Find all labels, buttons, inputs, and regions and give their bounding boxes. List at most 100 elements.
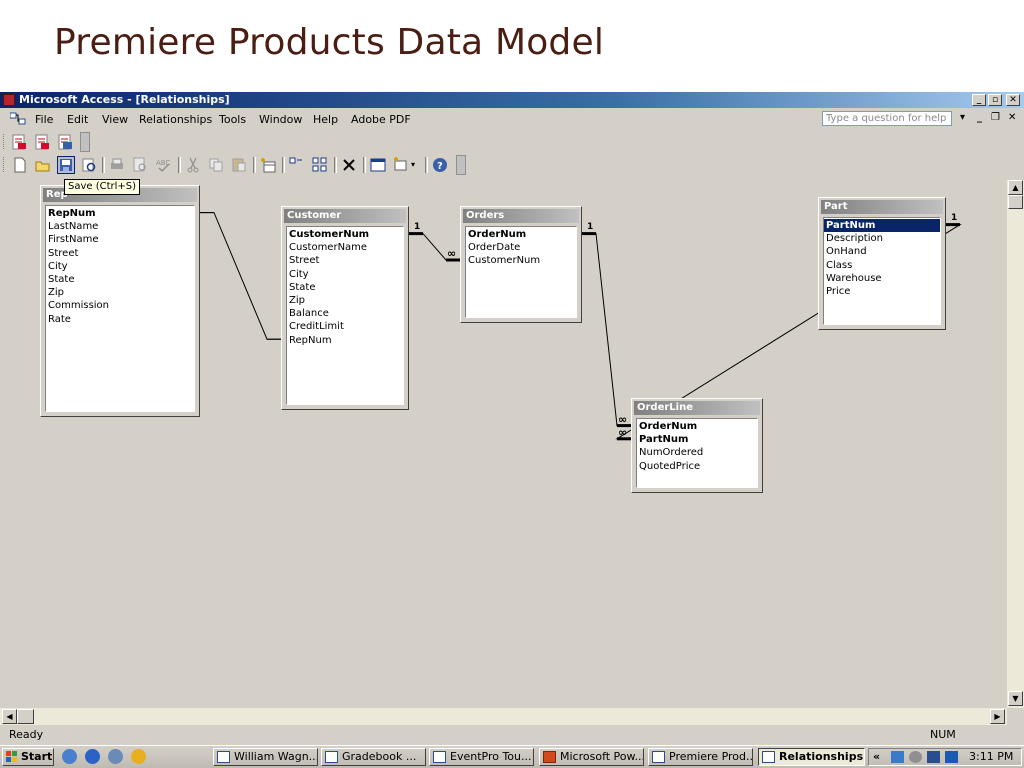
- help-icon[interactable]: ?: [431, 156, 449, 174]
- field-item[interactable]: Commission: [46, 299, 194, 312]
- field-item[interactable]: City: [46, 260, 194, 273]
- pdf-email-icon[interactable]: [33, 133, 51, 151]
- paste-icon[interactable]: [230, 156, 248, 174]
- toolbar-grip[interactable]: [3, 157, 7, 172]
- relationship-line[interactable]: [200, 212, 281, 340]
- quicklaunch-messenger-icon[interactable]: [131, 749, 146, 764]
- task-button[interactable]: Premiere Prod...: [648, 748, 753, 766]
- field-item[interactable]: LastName: [46, 220, 194, 233]
- task-button[interactable]: Microsoft Pow...: [539, 748, 644, 766]
- quicklaunch-outlook-icon[interactable]: [108, 749, 123, 764]
- mdi-restore-button[interactable]: ❐: [991, 112, 1000, 123]
- field-list-title[interactable]: Orders: [463, 209, 579, 223]
- field-item[interactable]: PartNum: [637, 433, 757, 446]
- field-item[interactable]: PartNum: [824, 219, 940, 233]
- show-all-relationships-icon[interactable]: [311, 156, 329, 174]
- field-item[interactable]: Street: [287, 254, 403, 267]
- menu-tools[interactable]: Tools: [219, 113, 246, 126]
- toolbar-grip[interactable]: [3, 134, 7, 149]
- field-item[interactable]: OrderNum: [637, 420, 757, 433]
- new-icon[interactable]: [11, 156, 29, 174]
- open-folder-icon[interactable]: [34, 156, 52, 174]
- menu-help[interactable]: Help: [313, 113, 338, 126]
- new-object-dropdown-icon[interactable]: ▾: [411, 156, 421, 174]
- start-button[interactable]: Start: [2, 748, 54, 766]
- horizontal-scrollbar[interactable]: ◀ ▶: [0, 708, 1007, 725]
- field-item[interactable]: Zip: [46, 286, 194, 299]
- copy-icon[interactable]: [207, 156, 225, 174]
- field-item[interactable]: FirstName: [46, 233, 194, 246]
- field-list-customer[interactable]: Customer CustomerNum CustomerName Street Cit…: [281, 206, 409, 410]
- show-direct-relationships-icon[interactable]: [288, 156, 306, 174]
- field-item[interactable]: Price: [824, 285, 940, 298]
- field-item[interactable]: RepNum: [46, 207, 194, 220]
- task-button[interactable]: Gradebook ...: [321, 748, 426, 766]
- scroll-right-button[interactable]: ▶: [990, 709, 1005, 724]
- field-item[interactable]: CustomerNum: [287, 228, 403, 241]
- new-object-icon[interactable]: [392, 156, 410, 174]
- task-button-active[interactable]: Relationships: [758, 748, 865, 766]
- help-dropdown-icon[interactable]: ▾: [960, 112, 965, 123]
- tray-security-icon[interactable]: [945, 751, 958, 763]
- spelling-icon[interactable]: ABC: [154, 156, 172, 174]
- database-window-icon[interactable]: [369, 156, 387, 174]
- field-item[interactable]: Street: [46, 247, 194, 260]
- field-list-orderline[interactable]: OrderLine OrderNum PartNum NumOrdered Quoted…: [631, 398, 763, 493]
- vertical-scroll-thumb[interactable]: [1008, 195, 1023, 209]
- field-list-title[interactable]: OrderLine: [634, 401, 760, 415]
- scroll-left-button[interactable]: ◀: [2, 709, 17, 724]
- field-list-part[interactable]: Part PartNum Description OnHand Class Warehou…: [818, 197, 946, 330]
- save-icon[interactable]: [57, 156, 75, 174]
- field-item[interactable]: CreditLimit: [287, 320, 403, 333]
- vertical-scrollbar[interactable]: ▲ ▼: [1007, 180, 1024, 708]
- toolbar-options-button[interactable]: [456, 155, 466, 175]
- tray-display-icon[interactable]: [927, 751, 940, 763]
- field-item[interactable]: OrderDate: [466, 241, 576, 254]
- help-question-input[interactable]: Type a question for help: [822, 111, 952, 126]
- task-button[interactable]: William Wagn...: [213, 748, 318, 766]
- cut-icon[interactable]: [184, 156, 202, 174]
- quicklaunch-desktop-icon[interactable]: [62, 749, 77, 764]
- field-item[interactable]: CustomerName: [287, 241, 403, 254]
- delete-icon[interactable]: [340, 156, 358, 174]
- field-item[interactable]: Warehouse: [824, 272, 940, 285]
- show-table-icon[interactable]: [259, 156, 277, 174]
- task-button[interactable]: EventPro Tou...: [429, 748, 534, 766]
- field-list-title[interactable]: Part: [821, 200, 943, 214]
- print-preview-icon[interactable]: [131, 156, 149, 174]
- search-icon[interactable]: [80, 156, 98, 174]
- field-item[interactable]: CustomerNum: [466, 254, 576, 267]
- window-minimize-button[interactable]: _: [972, 94, 986, 106]
- field-item[interactable]: Class: [824, 259, 940, 272]
- field-item[interactable]: Zip: [287, 294, 403, 307]
- field-item[interactable]: OrderNum: [466, 228, 576, 241]
- horizontal-scroll-thumb[interactable]: [17, 709, 34, 724]
- field-item[interactable]: OnHand: [824, 245, 940, 258]
- toolbar-options-button[interactable]: [80, 132, 90, 152]
- quicklaunch-ie-icon[interactable]: [85, 749, 100, 764]
- field-list-title[interactable]: Customer: [284, 209, 406, 223]
- field-item[interactable]: Description: [824, 232, 940, 245]
- scroll-up-button[interactable]: ▲: [1008, 180, 1023, 195]
- print-icon[interactable]: [108, 156, 126, 174]
- menu-window[interactable]: Window: [259, 113, 302, 126]
- field-list-rep[interactable]: Rep RepNum LastName FirstName Street City Stat…: [40, 185, 200, 417]
- pdf-review-icon[interactable]: [56, 133, 74, 151]
- menu-file[interactable]: File: [35, 113, 53, 126]
- field-item[interactable]: QuotedPrice: [637, 460, 757, 473]
- menu-adobe-pdf[interactable]: Adobe PDF: [351, 113, 411, 126]
- mdi-minimize-button[interactable]: _: [977, 112, 982, 123]
- field-item[interactable]: NumOrdered: [637, 446, 757, 459]
- scroll-down-button[interactable]: ▼: [1008, 691, 1023, 706]
- tray-volume-icon[interactable]: [909, 751, 922, 763]
- field-item[interactable]: RepNum: [287, 334, 403, 347]
- menu-edit[interactable]: Edit: [67, 113, 88, 126]
- mdi-close-button[interactable]: ✕: [1008, 112, 1016, 123]
- menu-relationships[interactable]: Relationships: [139, 113, 212, 126]
- field-item[interactable]: Rate: [46, 313, 194, 326]
- window-titlebar[interactable]: Microsoft Access - [Relationships] _ ▫ ✕: [0, 92, 1024, 108]
- window-close-button[interactable]: ✕: [1006, 94, 1020, 106]
- field-list-orders[interactable]: Orders OrderNum OrderDate CustomerNum: [460, 206, 582, 323]
- field-item[interactable]: City: [287, 268, 403, 281]
- convert-to-pdf-icon[interactable]: [10, 133, 28, 151]
